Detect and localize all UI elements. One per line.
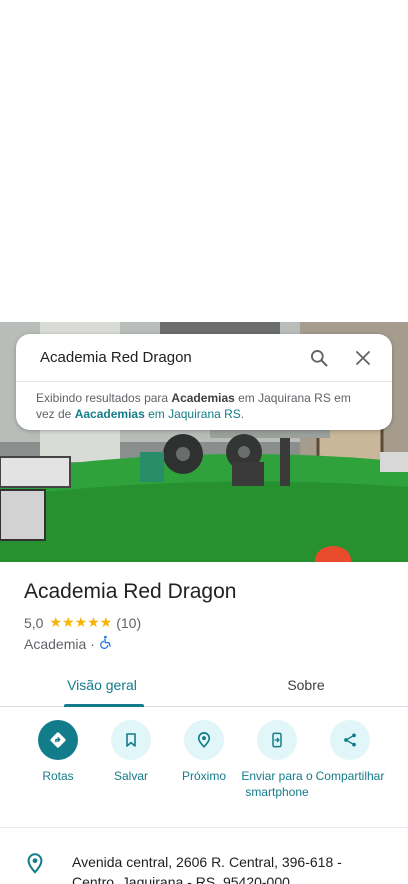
action-buttons: Rotas Salvar Próximo Enviar para o smart… xyxy=(0,720,408,828)
rating-row[interactable]: 5,0 ★★★★★ (10) xyxy=(24,614,141,631)
address-text[interactable]: Avenida central, 2606 R. Central, 396-61… xyxy=(72,852,372,884)
rating-stars: ★★★★★ xyxy=(49,614,113,630)
wheelchair-accessible-icon xyxy=(99,635,113,652)
nearby-icon[interactable] xyxy=(184,720,224,760)
note-end: . xyxy=(240,407,245,421)
nearby-button[interactable]: Próximo xyxy=(164,720,244,784)
blank-map-area xyxy=(0,0,408,322)
tab-overview[interactable]: Visão geral xyxy=(0,664,204,707)
save-button[interactable]: Salvar xyxy=(91,720,171,784)
location-pin-icon xyxy=(24,852,46,879)
directions-icon[interactable] xyxy=(38,720,78,760)
nearby-label: Próximo xyxy=(181,769,226,783)
share-label: Compartilhar xyxy=(315,769,385,783)
note-bold-term: Academias xyxy=(171,391,235,405)
rating-value: 5,0 xyxy=(24,614,44,631)
send-to-phone-label: Enviar para o smartphone xyxy=(241,769,313,799)
directions-label: Rotas xyxy=(42,769,74,783)
search-icon[interactable] xyxy=(304,343,334,373)
search-correction-note: Exibindo resultados para Academias em Ja… xyxy=(16,382,392,422)
search-card: Academia Red Dragon Exibindo resultados … xyxy=(16,334,392,430)
directions-button[interactable]: Rotas xyxy=(18,720,98,784)
link-rest[interactable]: em Jaquirana RS xyxy=(145,407,241,421)
save-label: Salvar xyxy=(113,769,148,783)
address-row[interactable]: Avenida central, 2606 R. Central, 396-61… xyxy=(0,840,408,884)
place-category: Academia xyxy=(24,635,87,652)
send-to-phone-button[interactable]: Enviar para o smartphone xyxy=(237,720,317,800)
search-bar[interactable]: Academia Red Dragon xyxy=(16,334,392,382)
place-title: Academia Red Dragon xyxy=(24,580,237,603)
send-to-phone-icon[interactable] xyxy=(257,720,297,760)
link-bold-term[interactable]: Aacademias xyxy=(75,407,145,421)
bookmark-icon[interactable] xyxy=(111,720,151,760)
note-prefix: Exibindo resultados para xyxy=(36,391,172,405)
separator-dot: · xyxy=(90,635,95,652)
search-input[interactable]: Academia Red Dragon xyxy=(40,349,290,366)
close-icon[interactable] xyxy=(348,343,378,373)
tab-bar: Visão geral Sobre xyxy=(0,664,408,707)
category-row: Academia · xyxy=(24,635,113,652)
tab-about[interactable]: Sobre xyxy=(204,664,408,706)
original-query-link[interactable]: Aacademias em Jaquirana RS xyxy=(75,407,241,421)
share-button[interactable]: Compartilhar xyxy=(310,720,390,784)
share-icon[interactable] xyxy=(330,720,370,760)
review-count[interactable]: (10) xyxy=(116,615,141,631)
